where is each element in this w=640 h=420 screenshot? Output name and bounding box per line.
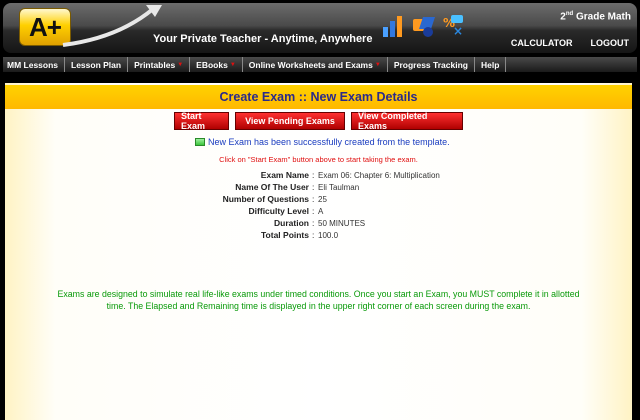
grade-level-label: 2nd Grade Math [560,11,631,23]
detail-label: Total Points [260,230,309,240]
detail-value: Exam 06: Chapter 6: Multiplication [318,170,440,180]
dropdown-caret-icon: ▼ [229,61,236,68]
dropdown-caret-icon: ▼ [177,61,184,68]
instruction-text: Click on "Start Exam" button above to st… [219,155,418,164]
header-icons: % × [381,13,467,39]
nav-lesson-plan[interactable]: Lesson Plan [65,57,129,72]
math-operations-icon[interactable]: % × [441,13,467,39]
nav-mm-lessons[interactable]: MM Lessons [3,57,66,72]
success-message: New Exam has been successfully created f… [195,137,450,147]
logo-text: A+ [29,11,62,42]
detail-row: Total Points : 100.0 [5,229,632,241]
app-header: A+ Your Private Teacher - Anytime, Anywh… [3,3,637,53]
shapes-icon[interactable] [411,13,437,39]
detail-row: Exam Name : Exam 06: Chapter 6: Multipli… [5,169,632,181]
detail-value: Eli Taulman [318,182,360,192]
detail-value: 100.0 [318,230,339,240]
exam-action-buttons: Start Exam View Pending Exams View Compl… [5,111,632,131]
nav-printables[interactable]: Printables ▼ [128,57,191,72]
swoosh-arrow-icon [62,5,162,47]
page-title: Create Exam :: New Exam Details [219,90,418,104]
nav-progress-tracking[interactable]: Progress Tracking [388,57,475,72]
detail-row: Difficulty Level : A [5,205,632,217]
view-completed-exams-button[interactable]: View Completed Exams [351,111,463,131]
main-nav: MM Lessons Lesson Plan Printables ▼ EBook… [3,57,637,72]
success-text: New Exam has been successfully created f… [208,137,450,147]
detail-label: Exam Name [260,170,309,180]
exam-info-note: Exams are designed to simulate real life… [57,289,580,311]
nav-help[interactable]: Help [475,57,507,72]
success-icon [195,138,205,146]
exam-details-panel: Create Exam :: New Exam Details Start Ex… [5,83,632,420]
tagline: Your Private Teacher - Anytime, Anywhere [153,33,373,45]
nav-ebooks[interactable]: EBooks ▼ [190,57,243,72]
dropdown-caret-icon: ▼ [374,61,381,68]
detail-row: Number of Questions : 25 [5,193,632,205]
detail-label: Difficulty Level [248,206,309,216]
panel-title-bar: Create Exam :: New Exam Details [5,85,632,109]
svg-text:×: × [453,24,463,38]
calculator-link[interactable]: CALCULATOR [511,38,573,48]
logout-link[interactable]: LOGOUT [591,38,630,48]
exam-details: Exam Name : Exam 06: Chapter 6: Multipli… [5,169,632,241]
start-exam-button[interactable]: Start Exam [174,111,229,131]
view-pending-exams-button[interactable]: View Pending Exams [235,112,345,130]
detail-value: 25 [318,194,327,204]
top-links: CALCULATOR LOGOUT [511,38,629,48]
detail-value: 50 MINUTES [318,218,366,228]
bar-chart-icon[interactable] [381,13,407,39]
nav-online-worksheets[interactable]: Online Worksheets and Exams ▼ [243,57,388,72]
detail-label: Number of Questions [222,194,309,204]
detail-row: Name Of The User : Eli Taulman [5,181,632,193]
detail-value: A [318,206,324,216]
detail-label: Duration [274,218,309,228]
detail-row: Duration : 50 MINUTES [5,217,632,229]
detail-label: Name Of The User [235,182,309,192]
